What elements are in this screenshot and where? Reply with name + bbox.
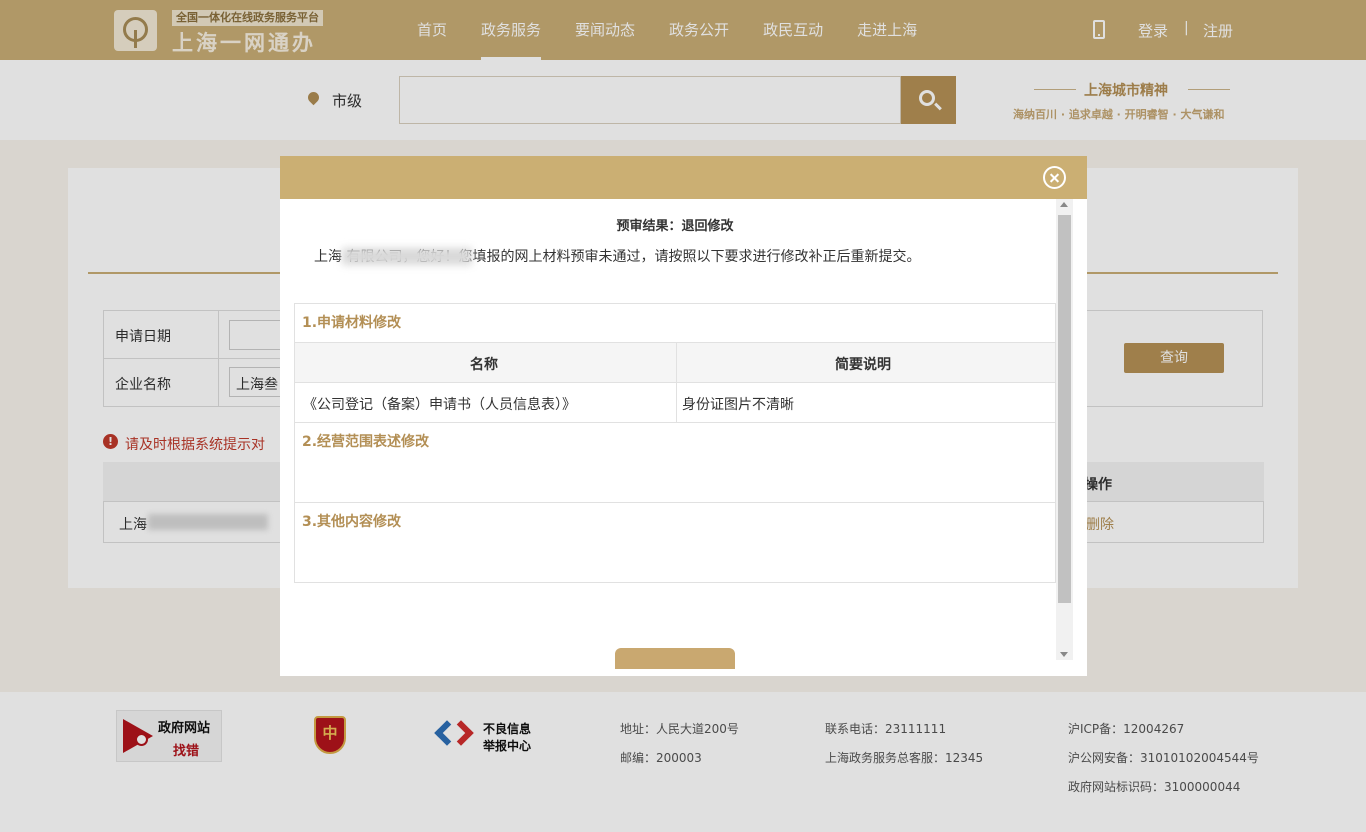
table-row: 《公司登记（备案）申请书（人员信息表）》 身份证图片不清晰 [294,383,1056,423]
section-other: 3.其他内容修改 [294,503,1056,544]
dialog-header [280,156,1087,199]
table-header: 名称 简要说明 [294,342,1056,383]
section-title: 2.经营范围表述修改 [302,434,430,450]
precheck-result-dialog: 预审结果：退回修改 上海 有限公司，您好！您填报的网上材料预审未通过，请按照以下… [280,156,1087,676]
section-business-scope: 2.经营范围表述修改 [294,423,1056,464]
business-scope-content [294,463,1056,503]
section-materials: 1.申请材料修改 [294,303,1056,343]
scroll-thumb[interactable] [1058,215,1071,603]
redacted-company-name [342,248,472,265]
scroll-down-arrow-icon[interactable] [1060,652,1068,657]
dialog-action-button[interactable] [615,648,735,669]
result-title: 预审结果：退回修改 [616,219,734,234]
dialog-scrollbar[interactable] [1056,199,1073,660]
material-description-cell: 身份证图片不清晰 [682,397,794,413]
material-name-cell: 《公司登记（备案）申请书（人员信息表）》 [303,397,576,413]
close-icon[interactable] [1043,166,1066,189]
scroll-up-arrow-icon[interactable] [1060,202,1068,207]
section-title: 1.申请材料修改 [302,315,402,331]
column-header-description: 简要说明 [835,357,891,373]
other-content [294,543,1056,583]
column-header-name: 名称 [470,357,498,373]
dialog-body: 预审结果：退回修改 上海 有限公司，您好！您填报的网上材料预审未通过，请按照以下… [280,199,1056,669]
section-title: 3.其他内容修改 [302,514,402,530]
